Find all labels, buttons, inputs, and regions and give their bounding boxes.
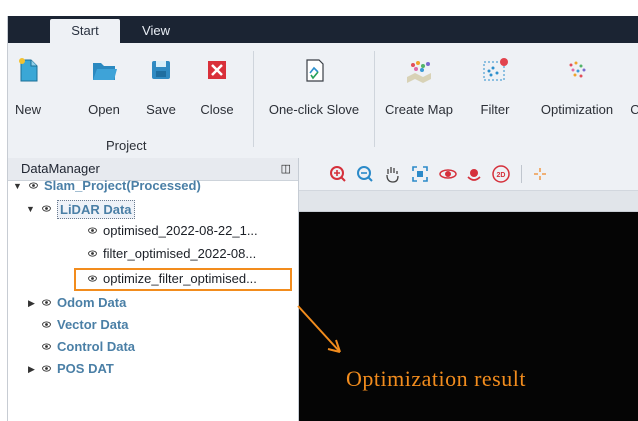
tree-node-label: Slam_Project(Processed) (44, 178, 201, 193)
project-group-label: Project (106, 138, 147, 153)
truncated-ribbon-button[interactable]: C (628, 43, 638, 133)
close-label: Close (200, 102, 234, 117)
2d-view-label: 2D (497, 172, 506, 179)
tree-node-label: filter_optimised_2022-08... (103, 246, 257, 261)
tree-node-label: optimised_2022-08-22_1... (103, 223, 258, 238)
viewer-tab-strip (299, 191, 638, 212)
one-click-icon (306, 59, 324, 82)
annotation-text: Optimization result (346, 366, 526, 391)
new-button[interactable]: New (8, 43, 48, 133)
ribbon: New Open Save Close One-click Slove Crea… (8, 43, 638, 159)
expand-arrow-icon[interactable]: ▼ (26, 199, 35, 219)
close-icon (208, 61, 226, 79)
map-icon (407, 61, 431, 83)
new-label: New (14, 102, 41, 117)
filter-icon (483, 58, 508, 81)
visibility-eye-icon[interactable] (42, 365, 51, 372)
pan-hand-icon[interactable] (383, 165, 401, 183)
tree-node-label: optimize_filter_optimised... (103, 271, 257, 286)
visibility-eye-icon[interactable] (88, 275, 97, 282)
crosshair-icon[interactable] (531, 165, 549, 183)
orbit-icon[interactable] (465, 165, 483, 183)
tree-node-label: POS DAT (57, 361, 114, 376)
visibility-eye-icon[interactable] (42, 205, 51, 212)
visibility-eye-icon[interactable] (29, 182, 38, 189)
rotate-icon[interactable] (439, 165, 457, 183)
ribbon-tab-bar: Start View (8, 16, 638, 43)
save-button[interactable]: Save (141, 43, 181, 133)
optimization-button[interactable]: Optimization (531, 43, 623, 133)
create-map-button[interactable]: Create Map (377, 43, 461, 133)
toolbar-separator (521, 165, 522, 183)
tree-node-label: Vector Data (57, 317, 129, 332)
zoom-in-icon[interactable] (329, 165, 347, 183)
expand-arrow-icon[interactable]: ▼ (13, 176, 22, 196)
tree-node-label: Control Data (57, 339, 135, 354)
visibility-eye-icon[interactable] (88, 250, 97, 257)
visibility-eye-icon[interactable] (42, 343, 51, 350)
zoom-out-icon[interactable] (356, 165, 374, 183)
visibility-eye-icon[interactable] (88, 227, 97, 234)
save-icon (152, 61, 170, 79)
2d-view-icon[interactable]: 2D (492, 165, 510, 183)
create-map-label: Create Map (385, 102, 453, 117)
close-button[interactable]: Close (194, 43, 240, 133)
optimization-label: Optimization (540, 102, 614, 117)
visibility-eye-icon[interactable] (42, 299, 51, 306)
data-tree: ▼ Slam_Project(Processed) ▼ LiDAR Data o… (7, 158, 297, 421)
visibility-eye-icon[interactable] (42, 321, 51, 328)
fit-view-icon[interactable] (411, 165, 429, 183)
filter-button[interactable]: Filter (467, 43, 523, 133)
new-file-icon (19, 58, 38, 82)
collapse-arrow-icon[interactable]: ▶ (28, 293, 35, 313)
viewer-toolbar: 2D (299, 158, 638, 191)
open-label: Open (88, 102, 120, 117)
one-click-label: One-click Slove (268, 102, 360, 117)
tab-view[interactable]: View (126, 19, 186, 43)
collapse-arrow-icon[interactable]: ▶ (28, 359, 35, 379)
annotation-arrow (297, 305, 341, 353)
tree-node-label: Odom Data (57, 295, 127, 310)
ribbon-separator (374, 51, 375, 147)
folder-open-icon (93, 63, 117, 80)
one-click-slove-button[interactable]: One-click Slove (257, 43, 371, 133)
tab-start[interactable]: Start (50, 19, 120, 43)
save-label: Save (146, 102, 176, 117)
ribbon-separator (253, 51, 254, 147)
tree-node-label: LiDAR Data (57, 200, 135, 219)
open-button[interactable]: Open (81, 43, 127, 133)
truncated-label: C (628, 102, 638, 117)
optimization-icon (569, 61, 586, 78)
filter-label: Filter (480, 102, 510, 117)
